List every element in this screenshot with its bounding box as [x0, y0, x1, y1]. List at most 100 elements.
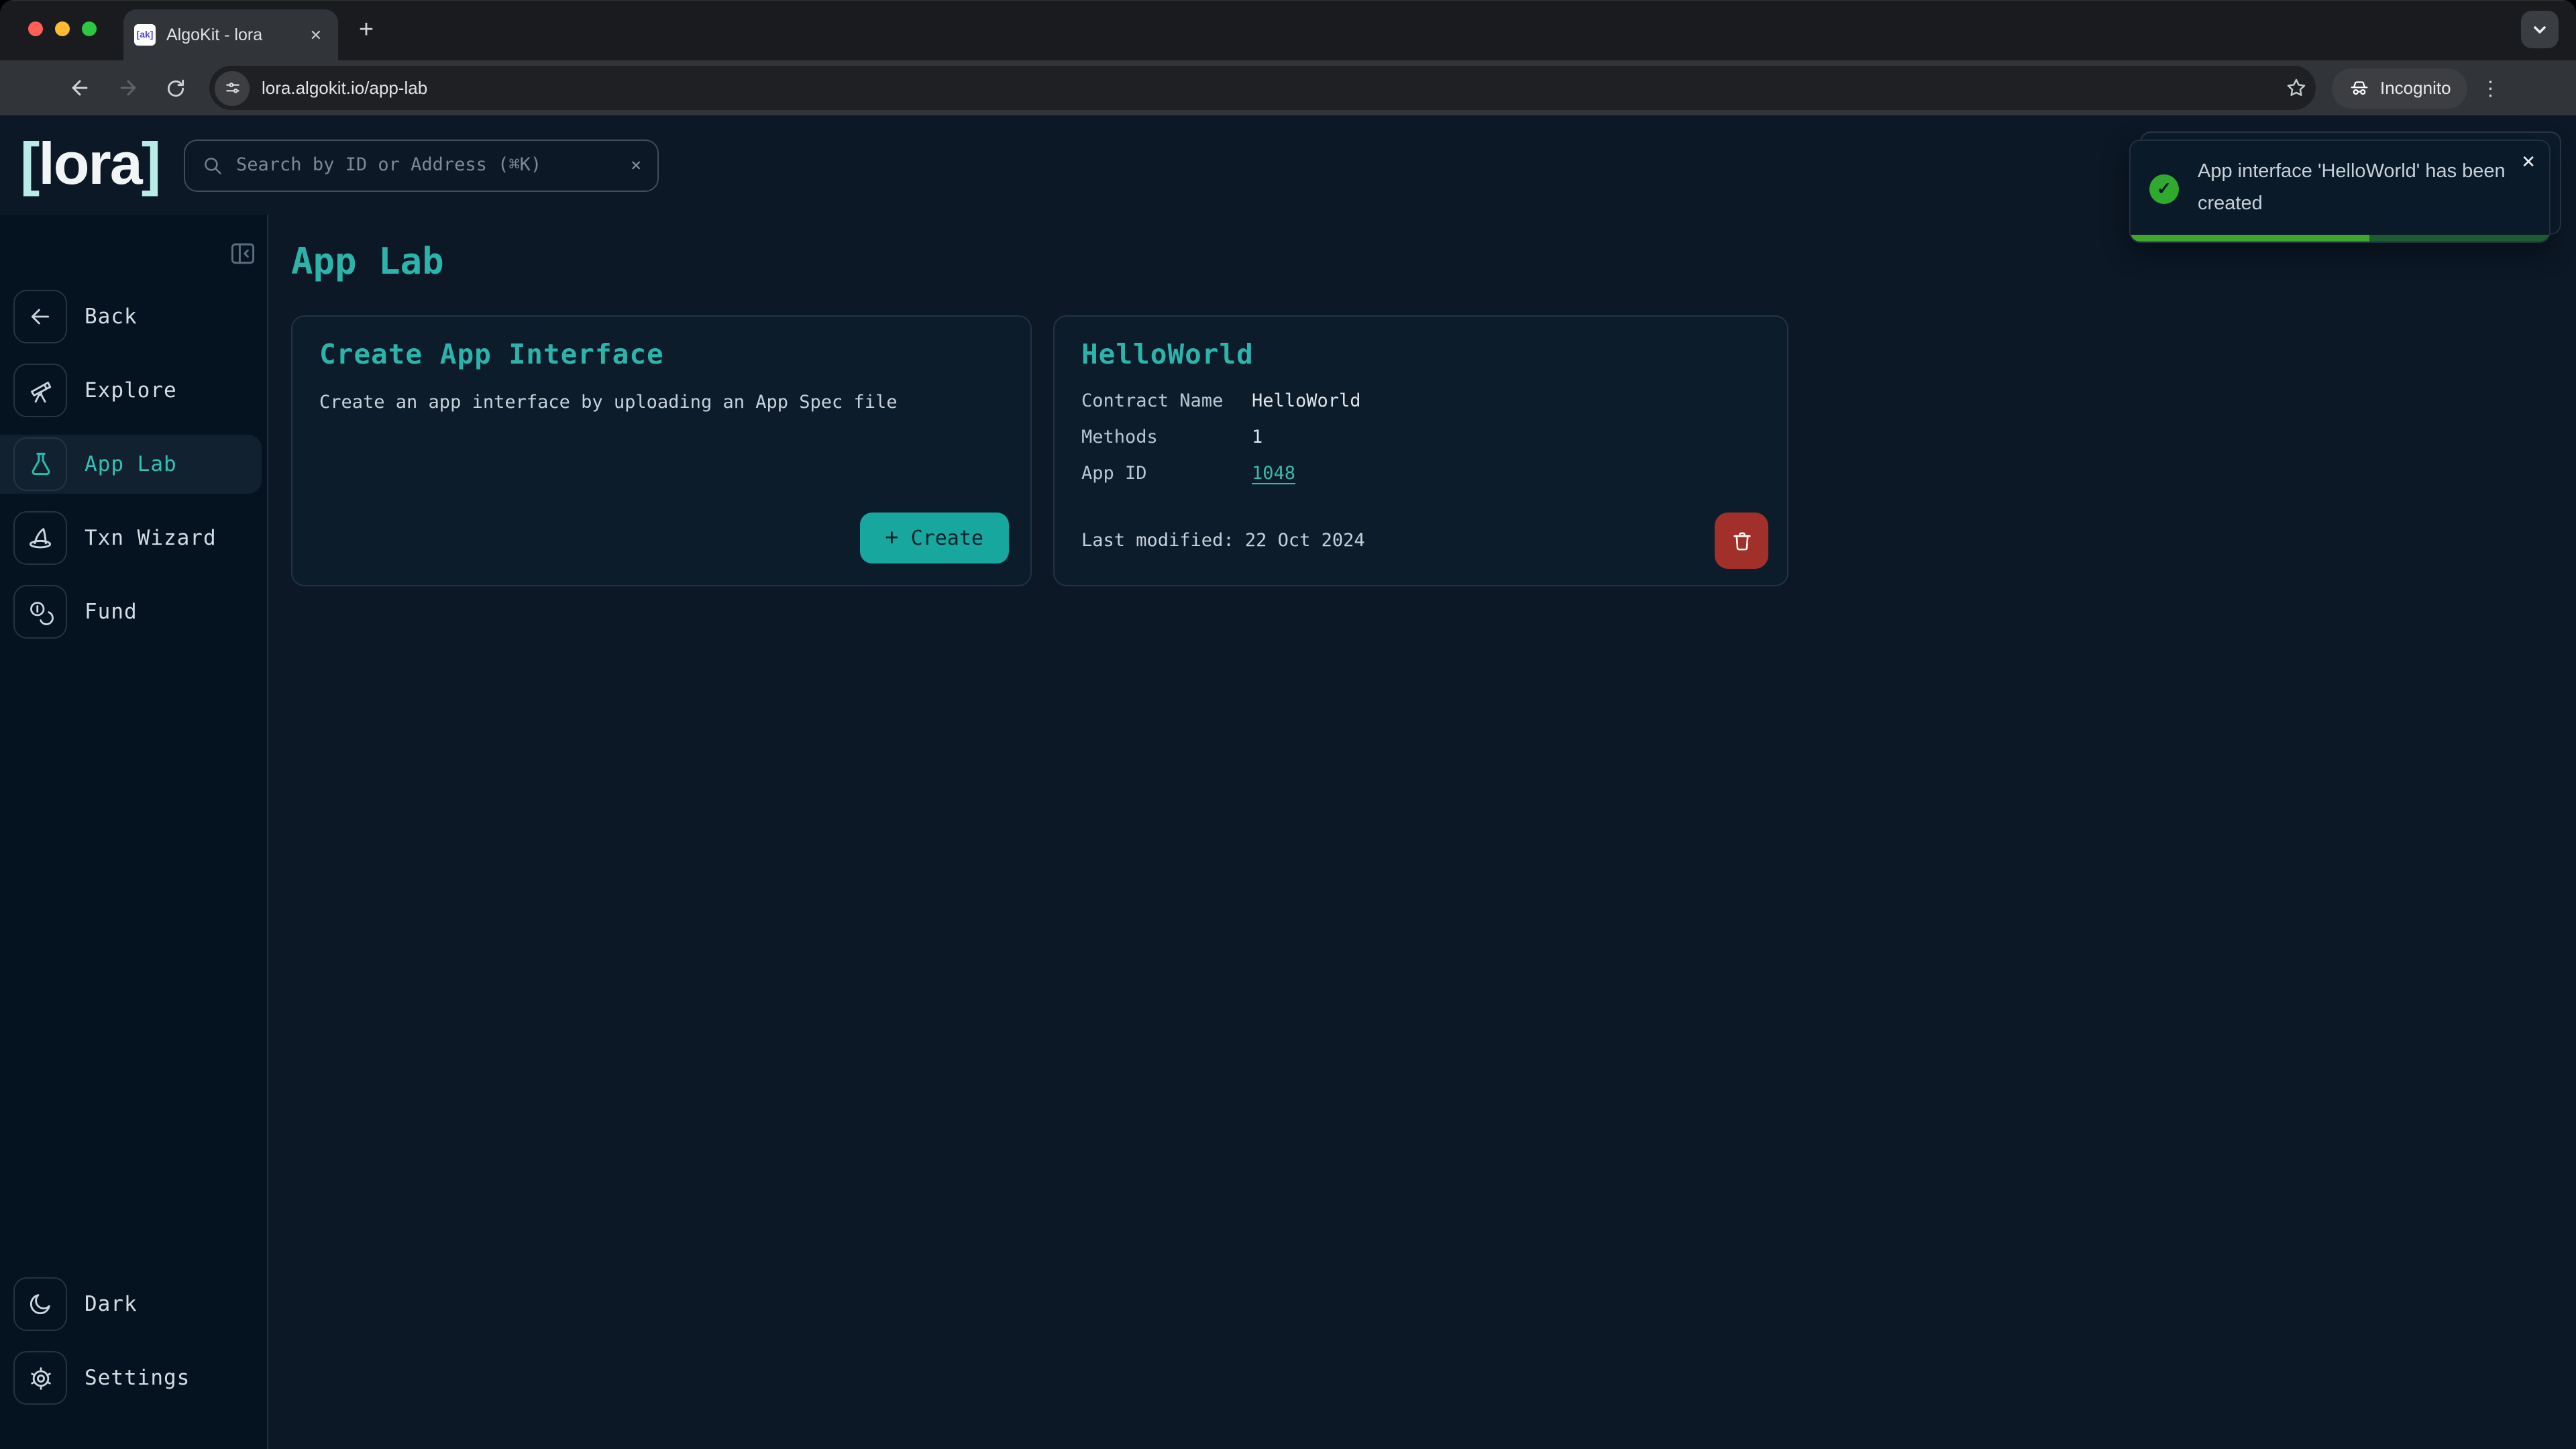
reload-button[interactable]: [156, 68, 196, 108]
logo-bracket: [: [20, 131, 38, 197]
trash-icon: [1730, 529, 1753, 552]
card-title: Create App Interface: [319, 338, 1004, 370]
bookmark-star-icon[interactable]: [2285, 76, 2308, 99]
page-title: App Lab: [291, 241, 2576, 283]
new-tab-button[interactable]: +: [349, 13, 384, 48]
incognito-badge: Incognito: [2332, 68, 2467, 108]
card-description: Create an app interface by uploading an …: [319, 392, 1004, 413]
wizard-hat-icon: [25, 523, 55, 553]
detail-value: 1: [1252, 427, 1263, 448]
sidebar-item-label: Explore: [85, 378, 177, 402]
detail-row: Contract Name HelloWorld: [1081, 390, 1760, 427]
tab-search-button[interactable]: [2521, 11, 2559, 48]
browser-tab[interactable]: [ak] AlgoKit - lora ✕: [123, 9, 338, 60]
window-minimize-button[interactable]: [55, 21, 70, 36]
telescope-icon: [26, 376, 54, 405]
toast-close-icon[interactable]: ✕: [2521, 152, 2536, 173]
tune-icon: [223, 79, 241, 97]
arrow-left-icon: [27, 303, 54, 330]
url-text: lora.algokit.io/app-lab: [262, 78, 2285, 98]
window-close-button[interactable]: [28, 21, 43, 36]
detail-row: App ID 1048: [1081, 463, 1760, 499]
incognito-icon: [2348, 76, 2371, 99]
lora-app: [lora] ✕: [0, 115, 2576, 1449]
browser-window: [ak] AlgoKit - lora ✕ +: [0, 0, 2576, 1449]
theme-label: Dark: [85, 1292, 138, 1316]
detail-label: App ID: [1081, 463, 1252, 484]
panel-collapse-icon: [228, 239, 258, 268]
toast-progress-track: [2131, 235, 2549, 241]
sidebar-item-txn-wizard[interactable]: Txn Wizard: [0, 508, 267, 568]
settings-label: Settings: [85, 1366, 190, 1390]
main-content: App Lab Create App Interface Create an a…: [268, 215, 2576, 1449]
last-modified-text: Last modified: 22 Oct 2024: [1081, 530, 1365, 551]
create-app-interface-card: Create App Interface Create an app inter…: [291, 315, 1032, 586]
icon-box: [13, 290, 67, 343]
back-button[interactable]: [59, 68, 99, 108]
app-card-title: HelloWorld: [1081, 338, 1760, 370]
forward-arrow-icon: [116, 76, 139, 99]
incognito-label: Incognito: [2380, 78, 2451, 98]
flask-icon: [26, 450, 54, 478]
forward-button[interactable]: [107, 68, 148, 108]
detail-value: HelloWorld: [1252, 390, 1361, 412]
lora-logo[interactable]: [lora]: [20, 136, 160, 195]
sidebar-item-app-lab[interactable]: App Lab: [0, 435, 262, 494]
icon-box: [13, 585, 67, 639]
sidebar-item-label: Back: [85, 305, 138, 329]
sidebar-item-settings[interactable]: Settings: [0, 1348, 267, 1407]
icon-box: [13, 511, 67, 565]
card-footer: Last modified: 22 Oct 2024: [1081, 513, 1768, 569]
coins-icon: [26, 598, 54, 626]
icon-box: [13, 1277, 67, 1331]
app-id-link[interactable]: 1048: [1252, 463, 1295, 484]
chevron-down-icon: [2532, 21, 2548, 38]
app-body: Back Explore App Lab: [0, 215, 2576, 1449]
sidebar-nav: Back Explore App Lab: [0, 287, 267, 656]
browser-menu-button[interactable]: ⋮: [2481, 76, 2501, 100]
tab-title: AlgoKit - lora: [166, 25, 305, 44]
plus-icon: +: [885, 525, 899, 551]
create-button-label: Create: [911, 526, 983, 550]
search-box[interactable]: ✕: [184, 139, 659, 191]
sidebar-item-back[interactable]: Back: [0, 287, 267, 346]
browser-toolbar: lora.algokit.io/app-lab Incognito ⋮: [0, 60, 2576, 115]
sidebar-item-label: Txn Wizard: [85, 526, 217, 550]
logo-bracket: ]: [142, 131, 160, 197]
icon-box: [13, 1351, 67, 1405]
sidebar-item-fund[interactable]: Fund: [0, 582, 267, 641]
search-clear-icon[interactable]: ✕: [631, 155, 641, 175]
theme-toggle-dark[interactable]: Dark: [0, 1275, 267, 1334]
success-check-icon: ✓: [2149, 174, 2179, 203]
create-button[interactable]: + Create: [859, 513, 1009, 564]
gear-icon: [26, 1364, 54, 1392]
toast-message: App interface 'HelloWorld' has been crea…: [2198, 158, 2509, 220]
cards-row: Create App Interface Create an app inter…: [291, 315, 2576, 586]
moon-icon: [27, 1291, 54, 1318]
success-toast: ✓ App interface 'HelloWorld' has been cr…: [2129, 140, 2551, 243]
detail-label: Methods: [1081, 427, 1252, 448]
sidebar: Back Explore App Lab: [0, 215, 268, 1449]
sidebar-collapse-button[interactable]: [228, 239, 258, 268]
site-settings-button[interactable]: [215, 70, 250, 105]
logo-text: lora: [38, 131, 141, 197]
screen: [ak] AlgoKit - lora ✕ +: [0, 0, 2576, 1449]
app-card-details: Contract Name HelloWorld Methods 1 App I…: [1081, 390, 1760, 499]
icon-box: [13, 364, 67, 417]
tab-strip: [ak] AlgoKit - lora ✕ +: [0, 0, 2576, 60]
window-zoom-button[interactable]: [82, 21, 97, 36]
tab-close-icon[interactable]: ✕: [305, 23, 327, 46]
address-bar[interactable]: lora.algokit.io/app-lab: [209, 66, 2316, 110]
reload-icon: [165, 77, 186, 99]
toast-progress-fill: [2131, 235, 2369, 241]
detail-row: Methods 1: [1081, 427, 1760, 463]
sidebar-item-explore[interactable]: Explore: [0, 361, 267, 420]
sidebar-footer: Dark Settings: [0, 1275, 267, 1422]
sidebar-item-label: Fund: [85, 600, 138, 624]
search-input[interactable]: [236, 154, 631, 176]
detail-label: Contract Name: [1081, 390, 1252, 412]
favicon: [ak]: [134, 24, 156, 46]
helloworld-app-card: HelloWorld Contract Name HelloWorld Meth…: [1053, 315, 1788, 586]
delete-app-button[interactable]: [1715, 513, 1768, 569]
icon-box: [13, 437, 67, 491]
